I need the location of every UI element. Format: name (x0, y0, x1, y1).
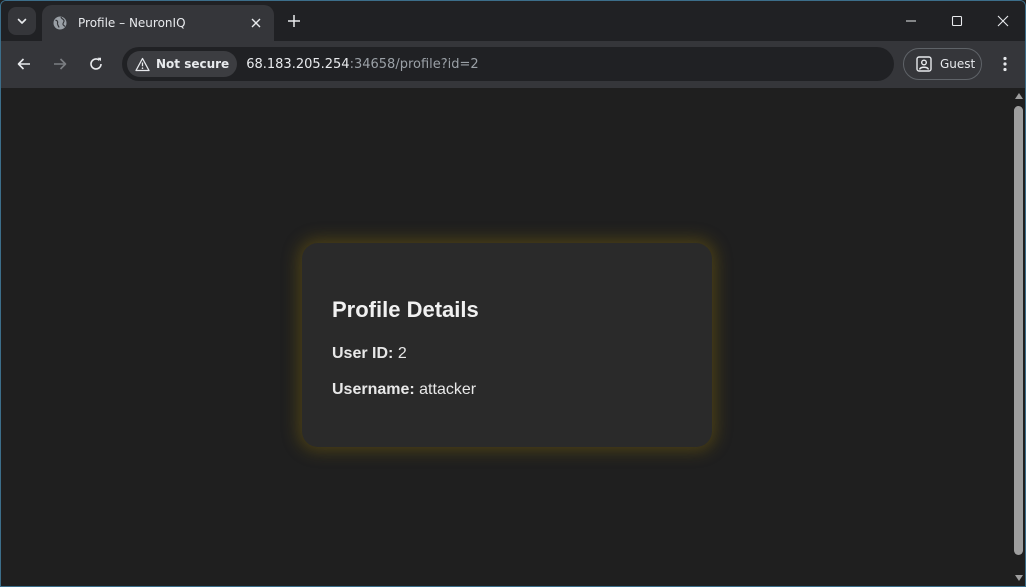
user-id-value: 2 (397, 345, 407, 362)
maximize-icon (951, 15, 963, 27)
back-button[interactable] (10, 50, 38, 78)
chevron-down-icon (16, 15, 28, 27)
tab-strip: Profile – NeuronIQ (1, 1, 1025, 41)
security-chip[interactable]: Not secure (127, 51, 238, 77)
globe-icon (52, 15, 68, 31)
scroll-down-arrow-icon[interactable] (1015, 574, 1023, 582)
page-viewport: Profile Details User ID: 2 Username: att… (1, 88, 1011, 586)
minimize-button[interactable] (888, 1, 934, 41)
minimize-icon (905, 15, 917, 27)
close-window-button[interactable] (980, 1, 1025, 41)
user-id-label: User ID: (332, 345, 394, 362)
tab-title: Profile – NeuronIQ (78, 16, 186, 30)
url-text[interactable]: 68.183.205.254:34658/profile?id=2 (246, 57, 479, 72)
guest-label: Guest (940, 57, 976, 71)
close-icon (997, 15, 1009, 27)
page-title: Profile Details (332, 297, 479, 322)
profile-card: Profile Details User ID: 2 Username: att… (302, 243, 712, 447)
scroll-up-arrow-icon[interactable] (1015, 92, 1023, 100)
new-tab-button[interactable] (282, 9, 306, 33)
username-row: Username: attacker (332, 381, 682, 399)
warning-triangle-icon (135, 57, 150, 72)
maximize-button[interactable] (934, 1, 980, 41)
close-tab-icon[interactable] (248, 15, 264, 31)
url-host: 68.183.205.254 (246, 56, 350, 72)
username-value: attacker (419, 381, 477, 398)
scrollbar-thumb[interactable] (1014, 106, 1023, 555)
url-path: :34658/profile?id=2 (349, 56, 479, 72)
security-label: Not secure (156, 57, 230, 71)
browser-menu-button[interactable] (991, 50, 1019, 78)
user-id-row: User ID: 2 (332, 345, 682, 363)
reload-icon (88, 56, 104, 72)
back-arrow-icon (16, 56, 32, 72)
browser-window: Profile – NeuronIQ Not secure 68.183.205… (0, 0, 1026, 587)
vertical-scrollbar[interactable] (1011, 88, 1025, 586)
reload-button[interactable] (82, 50, 110, 78)
forward-button[interactable] (46, 50, 74, 78)
forward-arrow-icon (52, 56, 68, 72)
guest-profile-icon (915, 55, 933, 73)
guest-profile-button[interactable]: Guest (903, 48, 982, 80)
address-bar[interactable]: Not secure 68.183.205.254:34658/profile?… (122, 47, 894, 81)
plus-icon (287, 14, 301, 28)
tab-search-button[interactable] (8, 7, 36, 35)
tab-profile[interactable]: Profile – NeuronIQ (42, 5, 274, 41)
kebab-menu-icon (1003, 56, 1007, 72)
username-label: Username: (332, 381, 415, 398)
browser-toolbar: Not secure 68.183.205.254:34658/profile?… (1, 41, 1025, 88)
